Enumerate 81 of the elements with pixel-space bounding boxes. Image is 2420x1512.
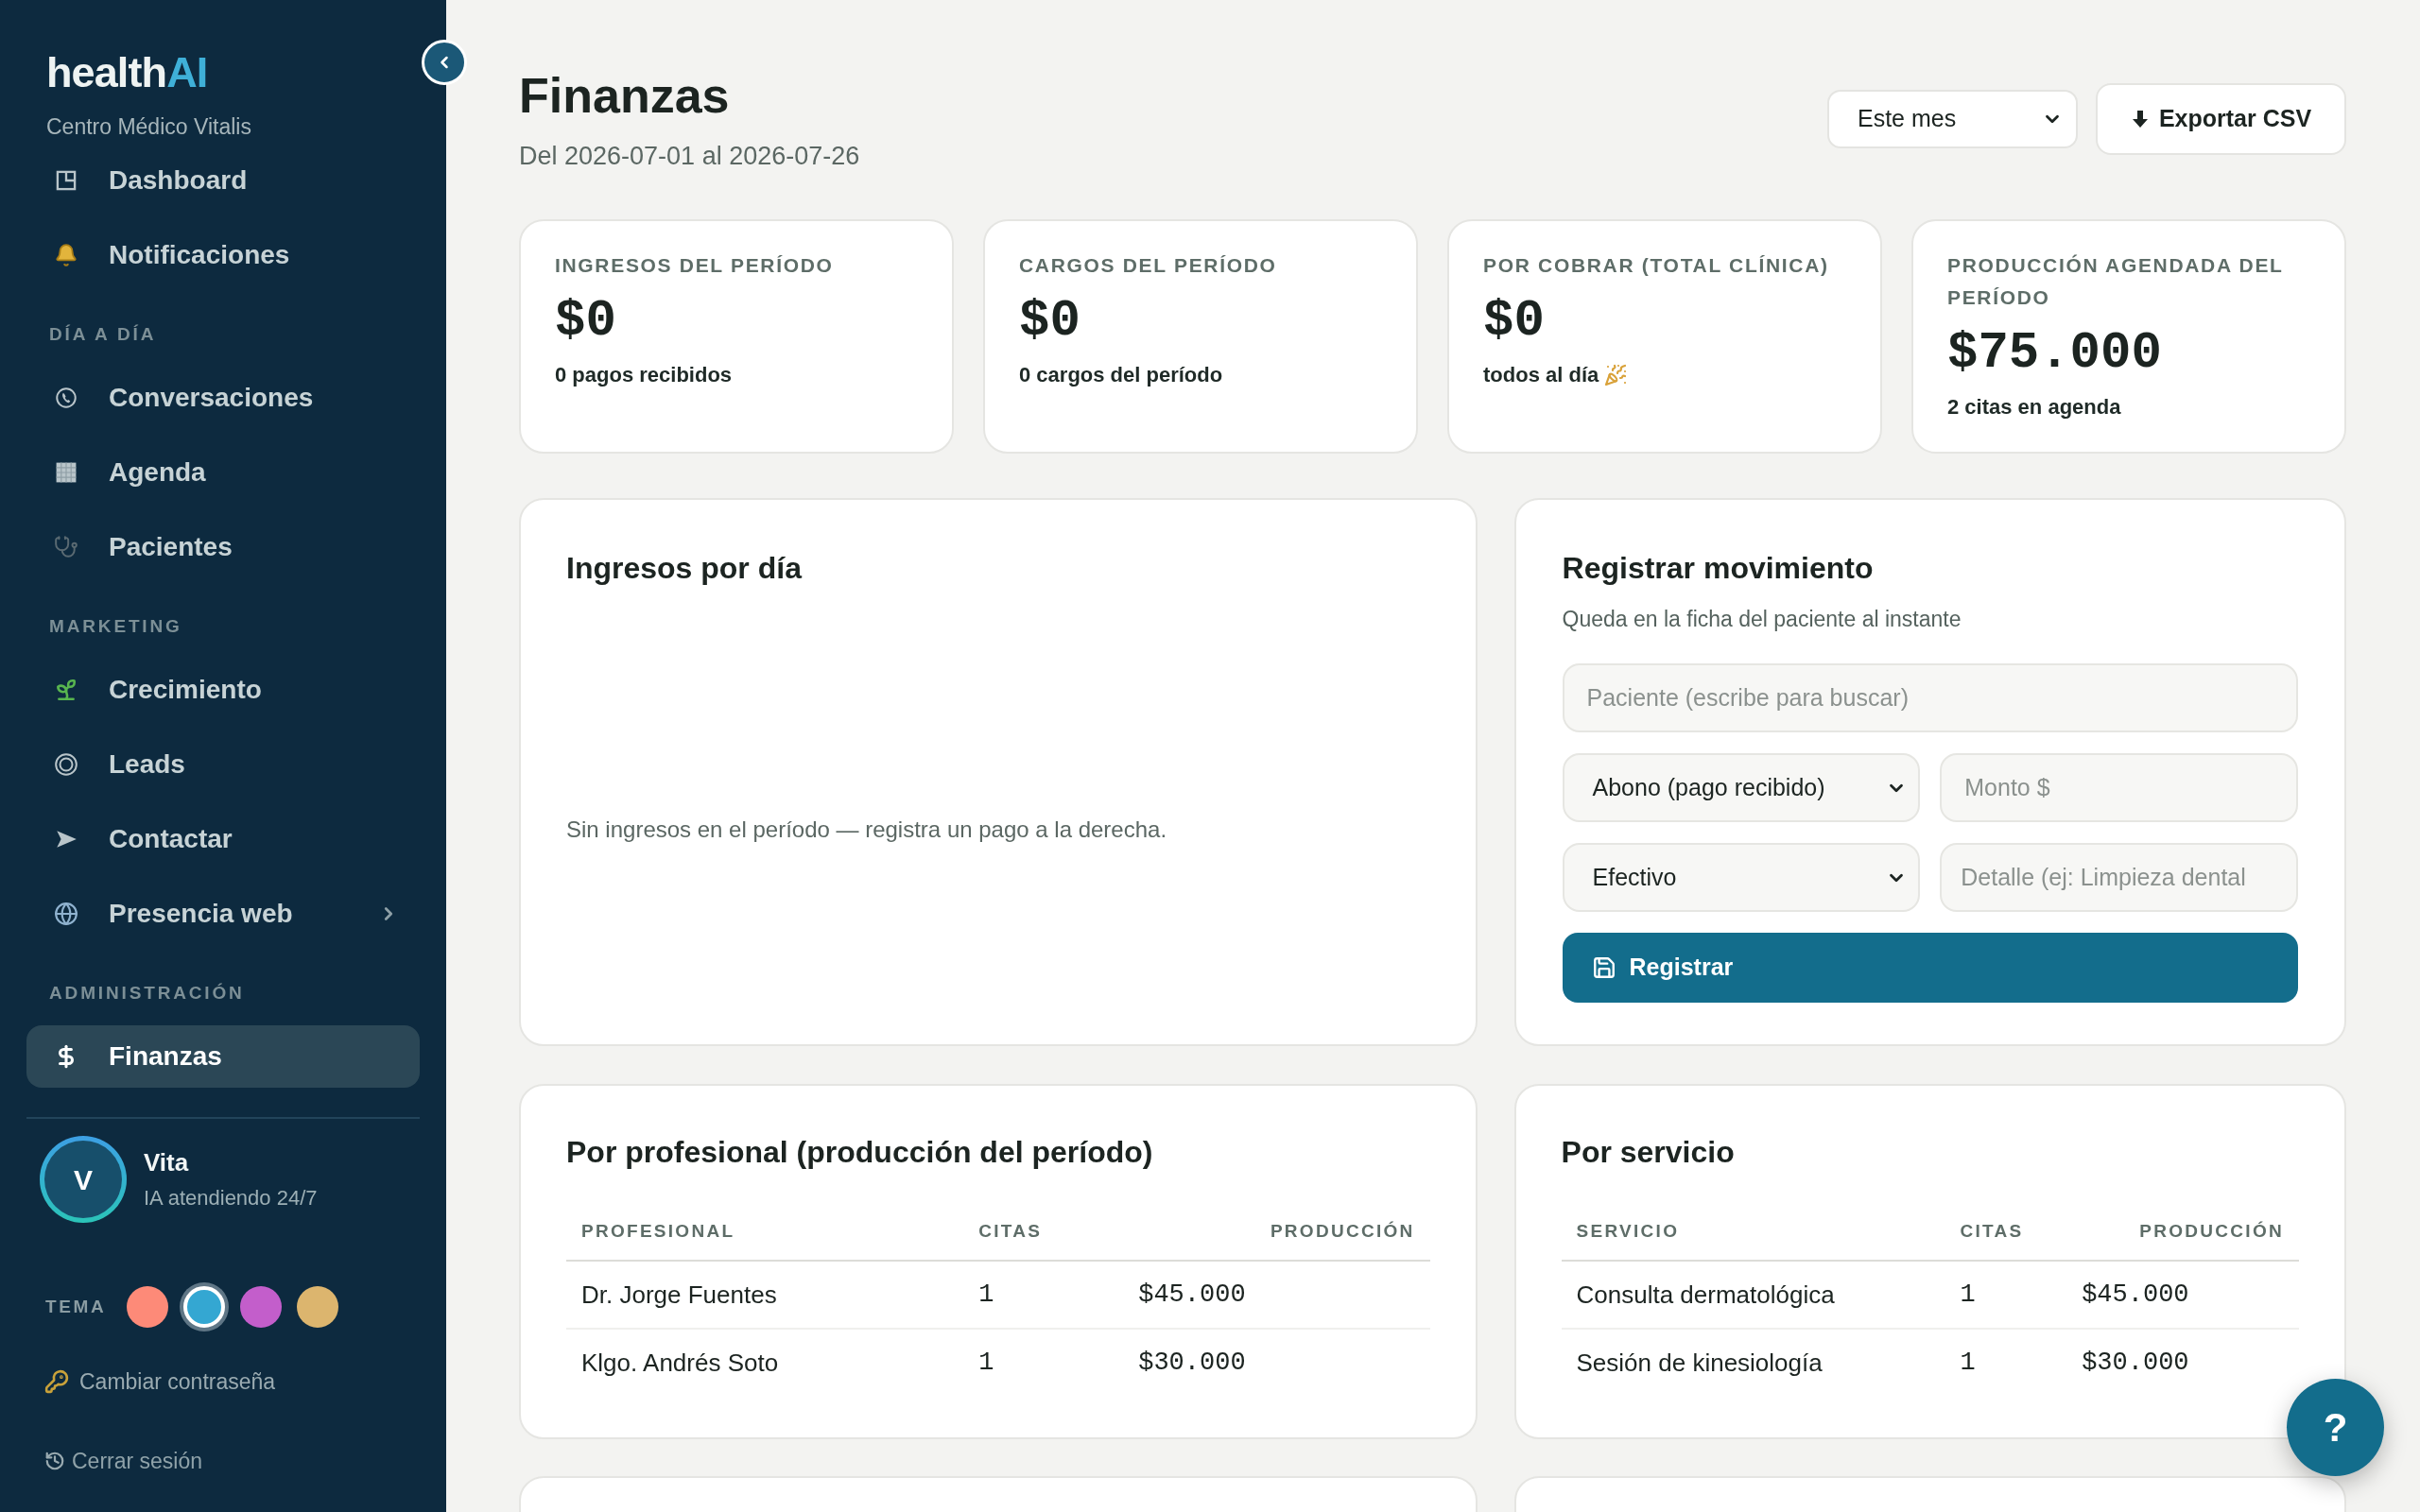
panel-title: Por servicio [1561, 1134, 1736, 1171]
export-button[interactable]: Exportar CSV [2096, 83, 2346, 155]
clinic-name: Centro Médico Vitalis [46, 113, 251, 141]
avatar: V [40, 1136, 127, 1223]
logout-link[interactable]: Cerrar sesión [44, 1447, 203, 1475]
nav-item[interactable]: Dashboard [26, 149, 420, 212]
table-cell: $45.000 [2066, 1261, 2299, 1329]
table-cell: $30.000 [1123, 1329, 1430, 1397]
empty-state-text: Sin ingresos en el período — registra un pago a la derecha. [566, 816, 1167, 844]
panel-title: Registrar movimiento [1562, 550, 1874, 587]
register-button[interactable]: Registrar [1562, 933, 2298, 1003]
logo: healthAI [46, 47, 208, 98]
column-header: PROFESIONAL [566, 1203, 964, 1261]
table-cell: 1 [1945, 1329, 2067, 1397]
download-icon [2130, 109, 2150, 129]
panel-subtitle: Queda en la ficha del paciente al instante [1562, 606, 1962, 633]
stat-label: CARGOS DEL PERÍODO [1019, 253, 1278, 278]
stat-note: 2 citas en agenda [1947, 394, 2121, 421]
nav-item[interactable]: Contactar [26, 808, 420, 870]
stat-label: PRODUCCIÓN AGENDADA DEL PERÍODO [1947, 253, 2285, 310]
stat-value: $0 [1483, 293, 1545, 350]
table-cell: Consulta dermatológica [1561, 1261, 1945, 1329]
sprout-icon [54, 678, 78, 702]
table-cell: Sesión de kinesiología [1561, 1329, 1945, 1397]
table-cell: 1 [963, 1329, 1124, 1397]
table-cell: 1 [1945, 1261, 2067, 1329]
nav-item[interactable]: Notificaciones [26, 224, 420, 286]
stat-value: $75.000 [1947, 325, 2162, 382]
nav-item[interactable]: Leads [26, 733, 420, 796]
column-header: PRODUCCIÓN [2066, 1203, 2299, 1261]
target-icon [54, 752, 78, 777]
nav-item[interactable]: Finanzas [26, 1025, 420, 1088]
table-cell: $45.000 [1123, 1261, 1430, 1329]
table-cell: Dr. Jorge Fuentes [566, 1261, 964, 1329]
collapse-button[interactable] [422, 40, 467, 85]
nav-item[interactable]: Pacientes [26, 516, 420, 578]
assistant-status: IA atendiendo 24/7 [144, 1185, 318, 1211]
history-icon [44, 1451, 65, 1471]
section-heading: MARKETING [49, 615, 182, 638]
payment-method-select[interactable]: Efectivo [1562, 843, 1921, 912]
nav-item[interactable]: Conversaciones [26, 367, 420, 429]
stethoscope-icon [54, 535, 78, 559]
movement-type-select[interactable]: Abono (pago recibido) [1562, 753, 1921, 822]
table-cell: Klgo. Andrés Soto [566, 1329, 964, 1397]
section-heading: DÍA A DÍA [49, 323, 157, 346]
help-button[interactable]: ? [2287, 1379, 2384, 1476]
grid-icon [54, 460, 78, 485]
change-password-link[interactable]: Cambiar contraseña [44, 1367, 276, 1396]
panel-title: Ingresos por día [566, 550, 802, 587]
bell-icon [54, 243, 78, 267]
column-header: PRODUCCIÓN [1123, 1203, 1430, 1261]
page-title: Finanzas [519, 67, 730, 125]
section-heading: ADMINISTRACIÓN [49, 982, 245, 1005]
column-header: SERVICIO [1561, 1203, 1945, 1261]
theme-label: TEMA [45, 1295, 107, 1318]
phone-icon [54, 386, 78, 410]
theme-swatch[interactable] [183, 1285, 226, 1328]
amount-field[interactable]: Monto $ [1940, 753, 2298, 822]
party-popper-icon [1604, 364, 1628, 387]
date-range-text: Del 2026-07-01 al 2026-07-26 [519, 141, 860, 172]
period-select[interactable]: Este mes [1827, 90, 2078, 148]
nav-item[interactable]: Agenda [26, 441, 420, 504]
stat-note: todos al día [1483, 362, 1599, 388]
patient-search-field[interactable]: Paciente (escribe para buscar) [1562, 663, 2298, 732]
globe-icon [54, 902, 78, 926]
key-icon [44, 1369, 69, 1394]
panel-title: Por profesional (producción del período) [566, 1134, 1154, 1171]
stat-value: $0 [555, 293, 616, 350]
nav-item[interactable]: Crecimiento [26, 659, 420, 721]
stat-note: 0 pagos recibidos [555, 362, 733, 388]
stat-label: INGRESOS DEL PERÍODO [555, 253, 835, 278]
stat-note: 0 cargos del período [1019, 362, 1223, 388]
layout-icon [54, 168, 78, 193]
table-cell: 1 [963, 1261, 1124, 1329]
stat-label: POR COBRAR (TOTAL CLÍNICA) [1483, 253, 1830, 278]
detail-field[interactable]: Detalle (ej: Limpieza dental [1940, 843, 2298, 912]
column-header: CITAS [1945, 1203, 2067, 1261]
stat-value: $0 [1019, 293, 1080, 350]
assistant-name: Vita [144, 1147, 190, 1177]
column-header: CITAS [963, 1203, 1124, 1261]
nav-item[interactable]: Presencia web [26, 883, 420, 945]
